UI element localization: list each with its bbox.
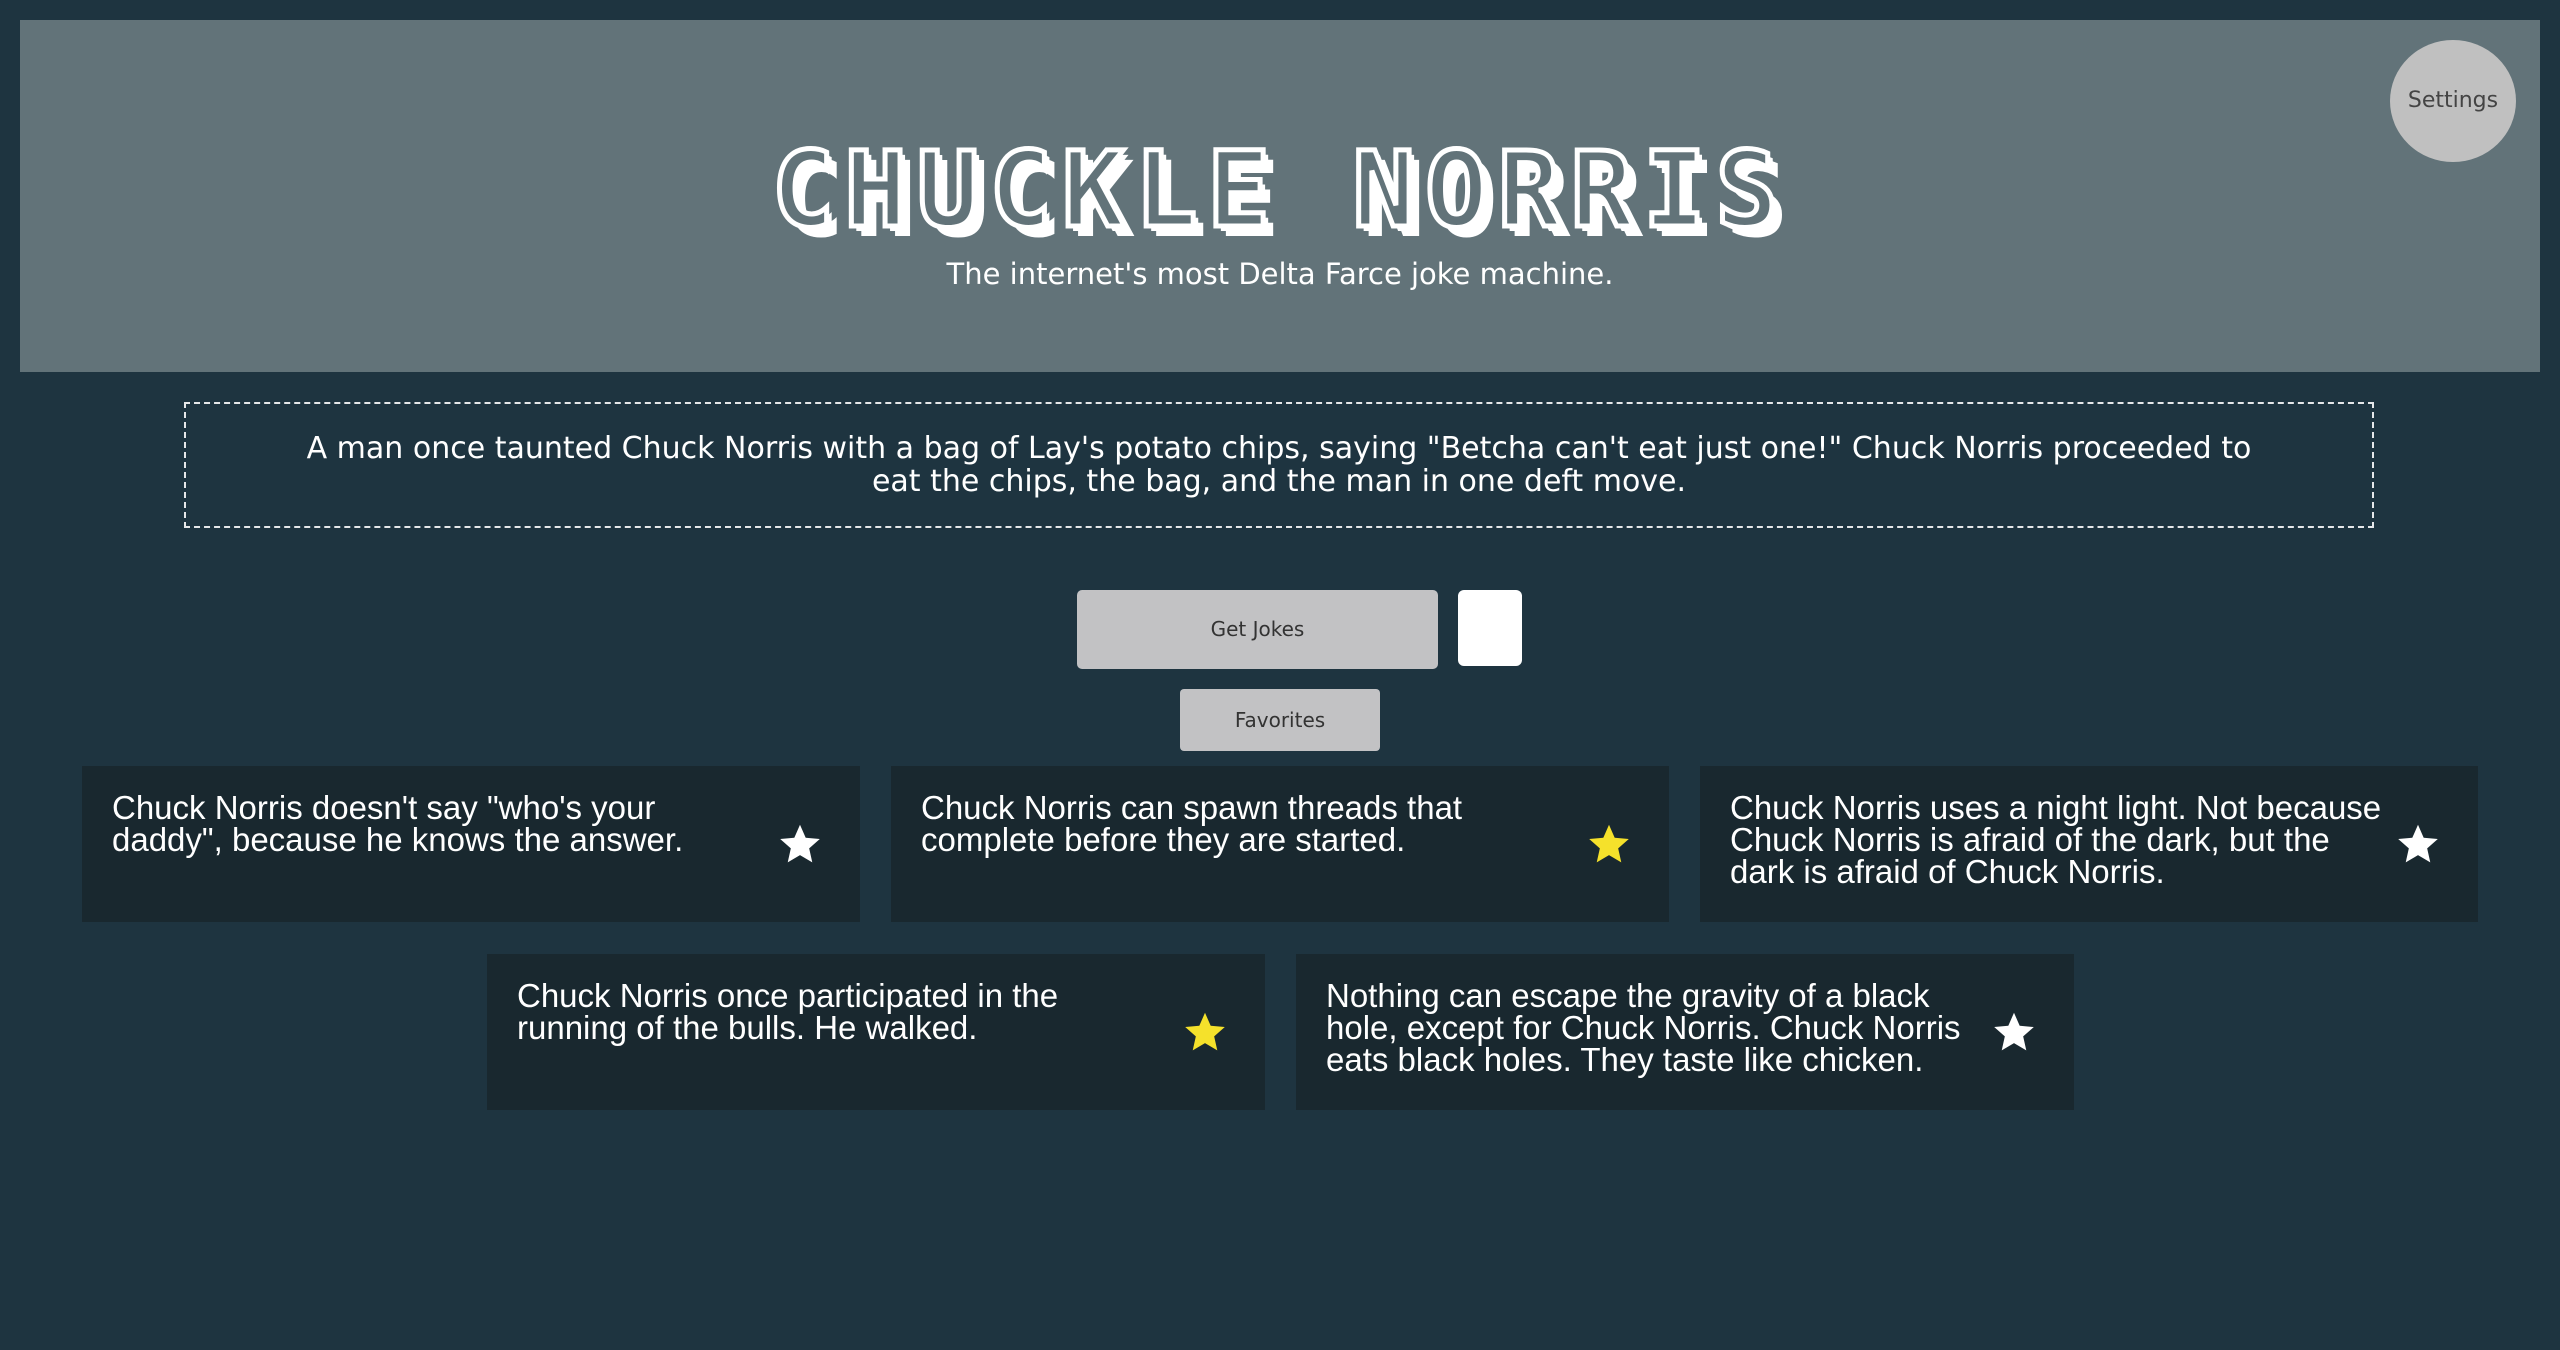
featured-joke-box: A man once taunted Chuck Norris with a b… [184,402,2374,528]
joke-card: Nothing can escape the gravity of a blac… [1296,954,2074,1110]
joke-text: Nothing can escape the gravity of a blac… [1326,977,1961,1078]
joke-text: Chuck Norris doesn't say "who's your dad… [112,789,684,858]
favorite-star-icon[interactable] [778,822,822,866]
joke-text: Chuck Norris uses a night light. Not bec… [1730,789,2382,890]
joke-card: Chuck Norris uses a night light. Not bec… [1700,766,2478,922]
favorite-star-icon[interactable] [1587,822,1631,866]
favorites-button[interactable]: Favorites [1180,689,1380,751]
get-jokes-button[interactable]: Get Jokes [1077,590,1438,669]
joke-text: Chuck Norris once participated in the ru… [517,977,1059,1046]
favorite-star-icon[interactable] [1992,1010,2036,1054]
joke-card: Chuck Norris once participated in the ru… [487,954,1265,1110]
header-banner: CHUCKLE NORRIS The internet's most Delta… [20,20,2540,372]
favorite-star-icon[interactable] [1183,1010,1227,1054]
joke-card: Chuck Norris doesn't say "who's your dad… [82,766,860,922]
favorite-star-icon[interactable] [2396,822,2440,866]
joke-text: Chuck Norris can spawn threads that comp… [921,789,1463,858]
featured-joke-text: A man once taunted Chuck Norris with a b… [306,431,2252,499]
page-subtitle: The internet's most Delta Farce joke mac… [946,257,1614,291]
page-title: CHUCKLE NORRIS [769,128,1789,253]
joke-card: Chuck Norris can spawn threads that comp… [891,766,1669,922]
joke-count-input[interactable] [1458,590,1522,666]
settings-button[interactable]: Settings [2390,40,2516,162]
